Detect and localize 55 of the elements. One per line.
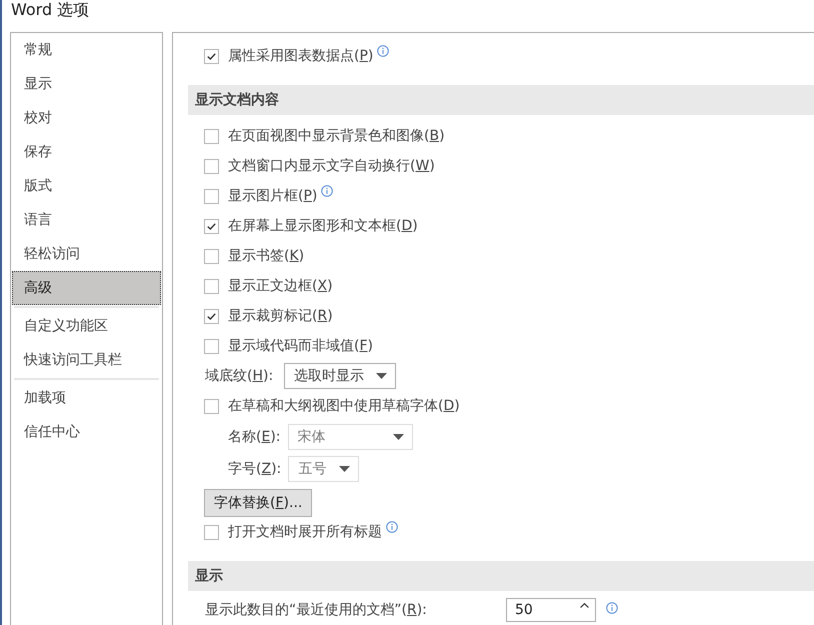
number-field[interactable]: 50 — [506, 598, 596, 622]
sidebar-item[interactable]: 校对 — [12, 101, 161, 135]
checkbox-label: 在页面视图中显示背景色和图像(B) — [228, 127, 445, 145]
sidebar-item[interactable]: 自定义功能区 — [12, 309, 161, 343]
checkbox[interactable] — [204, 398, 219, 414]
checkbox-label: 在屏幕上显示图形和文本框(D) — [228, 217, 418, 235]
check-icon — [207, 52, 216, 60]
caret-icon — [392, 434, 404, 440]
section-header: 显示文档内容 — [188, 85, 814, 115]
sidebar-item[interactable]: 高级 — [12, 271, 161, 305]
checkbox-label: 显示域代码而非域值(F) — [228, 337, 373, 355]
checkbox-label: 显示图片框(P) — [228, 187, 318, 205]
sidebar-item[interactable]: 常规 — [12, 33, 161, 67]
checkbox[interactable] — [204, 128, 219, 144]
dropdown[interactable]: 选取时显示 — [284, 363, 396, 389]
info-icon[interactable] — [377, 45, 390, 57]
checkbox-label: 显示书签(K) — [228, 247, 304, 265]
sidebar-item[interactable]: 版式 — [12, 169, 161, 203]
sidebar-item[interactable]: 显示 — [12, 67, 161, 101]
checkbox-label: 在草稿和大纲视图中使用草稿字体(D) — [228, 397, 460, 415]
sidebar-item[interactable]: 快速访问工具栏 — [12, 343, 161, 377]
info-icon[interactable] — [386, 521, 398, 533]
caret-icon — [376, 373, 388, 379]
checkbox[interactable] — [204, 524, 219, 540]
field-label: 显示此数目的“最近使用的文档”(R): — [205, 601, 428, 619]
sidebar-item[interactable]: 轻松访问 — [12, 237, 161, 271]
font-substitution-button[interactable]: 字体替换(F)... — [204, 489, 312, 517]
checkbox[interactable] — [204, 218, 219, 234]
sidebar-item[interactable]: 加载项 — [12, 381, 161, 415]
check-icon — [207, 312, 216, 320]
field-label: 域底纹(H): — [205, 367, 274, 385]
checkbox[interactable] — [204, 48, 219, 64]
checkbox-label: 显示正文边框(X) — [228, 277, 333, 295]
checkbox[interactable] — [204, 158, 219, 174]
field-label: 名称(E): — [228, 428, 281, 446]
sidebar-item[interactable]: 保存 — [12, 135, 161, 169]
chevron-up-icon[interactable] — [580, 603, 589, 608]
sidebar-item[interactable]: 语言 — [12, 203, 161, 237]
checkbox[interactable] — [204, 338, 219, 354]
checkbox[interactable] — [204, 248, 219, 264]
checkbox-label: 打开文档时展开所有标题 — [228, 523, 382, 541]
window-title: Word 选项 — [11, 0, 90, 20]
section-header: 显示 — [188, 561, 814, 591]
check-icon — [207, 222, 216, 230]
checkbox-label: 显示裁剪标记(R) — [228, 307, 333, 325]
checkbox-label: 属性采用图表数据点(P) — [228, 47, 374, 65]
checkbox[interactable] — [204, 308, 219, 324]
checkbox[interactable] — [204, 278, 219, 294]
info-icon[interactable] — [321, 185, 334, 197]
field-label: 字号(Z): — [228, 460, 282, 478]
caret-icon — [339, 466, 350, 472]
checkbox-label: 文档窗口内显示文字自动换行(W) — [228, 157, 435, 175]
checkbox[interactable] — [204, 188, 219, 204]
info-icon[interactable] — [606, 602, 618, 614]
sidebar-item[interactable]: 信任中心 — [12, 415, 161, 449]
